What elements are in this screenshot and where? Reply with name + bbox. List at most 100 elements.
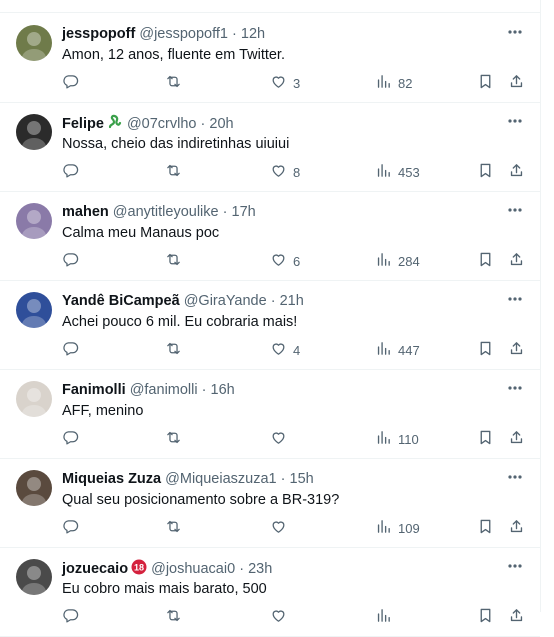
more-icon[interactable] bbox=[506, 468, 524, 486]
bookmark-button[interactable] bbox=[477, 251, 494, 271]
reply-button[interactable] bbox=[62, 518, 79, 538]
heart-icon bbox=[270, 340, 287, 360]
author-name[interactable]: mahen bbox=[62, 204, 109, 220]
avatar[interactable] bbox=[16, 114, 52, 150]
timestamp[interactable]: 21h bbox=[280, 293, 304, 309]
view-count: 110 bbox=[398, 431, 419, 447]
author-name[interactable]: Yandê BiCampeã bbox=[62, 293, 180, 309]
like-button[interactable]: 4 bbox=[270, 340, 300, 360]
reply-button[interactable] bbox=[62, 429, 79, 449]
author-handle[interactable]: @GiraYande bbox=[184, 293, 267, 309]
views-button[interactable]: 109 bbox=[375, 518, 420, 538]
timestamp[interactable]: 16h bbox=[211, 382, 235, 398]
action-bar: 8 453 bbox=[62, 162, 532, 182]
views-button[interactable]: 453 bbox=[375, 162, 420, 182]
tweet[interactable]: Miqueias Zuza @Miqueiaszuza1 · 15h Qual … bbox=[0, 458, 540, 548]
views-icon bbox=[375, 73, 392, 93]
avatar[interactable] bbox=[16, 381, 52, 417]
bookmark-icon bbox=[477, 340, 494, 360]
tweet[interactable]: jozuecaio 18 @joshuacai0 · 23h Eu cobro m… bbox=[0, 547, 540, 637]
retweet-button[interactable] bbox=[165, 429, 182, 449]
tweet-header: jesspopoff @jesspopoff1 · 12h bbox=[62, 25, 265, 43]
more-icon[interactable] bbox=[506, 23, 524, 41]
author-handle[interactable]: @jesspopoff1 bbox=[139, 26, 228, 42]
timestamp[interactable]: 15h bbox=[290, 471, 314, 487]
author-handle[interactable]: @joshuacai0 bbox=[151, 561, 235, 577]
bookmark-button[interactable] bbox=[477, 73, 494, 93]
tweet[interactable]: jesspopoff @jesspopoff1 · 12h Amon, 12 a… bbox=[0, 13, 540, 103]
share-button[interactable] bbox=[508, 429, 525, 449]
author-handle[interactable]: @Miqueiaszuza1 bbox=[165, 471, 276, 487]
author-name[interactable]: Fanimolli bbox=[62, 382, 126, 398]
tweet[interactable]: mahen @anytitleyoulike · 17h Calma meu M… bbox=[0, 191, 540, 281]
like-button[interactable]: 8 bbox=[270, 162, 300, 182]
bookmark-button[interactable] bbox=[477, 518, 494, 538]
avatar[interactable] bbox=[16, 292, 52, 328]
views-button[interactable]: 284 bbox=[375, 251, 420, 271]
action-bar bbox=[62, 607, 532, 627]
retweet-button[interactable] bbox=[165, 340, 182, 360]
timestamp[interactable]: 12h bbox=[241, 26, 265, 42]
retweet-icon bbox=[165, 73, 182, 93]
retweet-button[interactable] bbox=[165, 518, 182, 538]
reply-button[interactable] bbox=[62, 73, 79, 93]
like-button[interactable] bbox=[270, 429, 293, 449]
share-icon bbox=[508, 340, 525, 360]
more-icon[interactable] bbox=[506, 379, 524, 397]
more-icon[interactable] bbox=[506, 290, 524, 308]
tweet[interactable]: Felipe @07crvlho · 20h Nossa, cheio das … bbox=[0, 102, 540, 192]
share-button[interactable] bbox=[508, 162, 525, 182]
action-bar: 4 447 bbox=[62, 340, 532, 360]
avatar[interactable] bbox=[16, 25, 52, 61]
tweet[interactable]: Yandê BiCampeã @GiraYande · 21h Achei po… bbox=[0, 280, 540, 370]
reply-button[interactable] bbox=[62, 340, 79, 360]
action-bar: 6 284 bbox=[62, 251, 532, 271]
more-icon[interactable] bbox=[506, 201, 524, 219]
like-button[interactable] bbox=[270, 518, 293, 538]
retweet-button[interactable] bbox=[165, 73, 182, 93]
views-button[interactable]: 447 bbox=[375, 340, 420, 360]
avatar[interactable] bbox=[16, 470, 52, 506]
reply-button[interactable] bbox=[62, 162, 79, 182]
heart-icon bbox=[270, 518, 287, 538]
share-button[interactable] bbox=[508, 340, 525, 360]
tweet[interactable]: Fanimolli @fanimolli · 16h AFF, menino 1… bbox=[0, 369, 540, 459]
author-handle[interactable]: @07crvlho bbox=[127, 116, 197, 132]
reply-button[interactable] bbox=[62, 251, 79, 271]
share-button[interactable] bbox=[508, 73, 525, 93]
author-handle[interactable]: @anytitleyoulike bbox=[113, 204, 219, 220]
retweet-button[interactable] bbox=[165, 607, 182, 627]
more-icon[interactable] bbox=[506, 112, 524, 130]
snake-emoji-icon bbox=[107, 114, 123, 135]
like-button[interactable]: 6 bbox=[270, 251, 300, 271]
author-name[interactable]: jozuecaio bbox=[62, 561, 128, 577]
more-icon[interactable] bbox=[506, 557, 524, 575]
author-name[interactable]: Felipe bbox=[62, 116, 104, 132]
bookmark-button[interactable] bbox=[477, 162, 494, 182]
timestamp[interactable]: 17h bbox=[232, 204, 256, 220]
like-button[interactable] bbox=[270, 607, 293, 627]
bookmark-button[interactable] bbox=[477, 607, 494, 627]
bookmark-button[interactable] bbox=[477, 340, 494, 360]
share-button[interactable] bbox=[508, 607, 525, 627]
views-button[interactable]: 82 bbox=[375, 73, 412, 93]
views-button[interactable] bbox=[375, 607, 398, 627]
timestamp[interactable]: 20h bbox=[209, 116, 233, 132]
share-button[interactable] bbox=[508, 518, 525, 538]
avatar[interactable] bbox=[16, 203, 52, 239]
reply-icon bbox=[62, 340, 79, 360]
share-button[interactable] bbox=[508, 251, 525, 271]
reply-button[interactable] bbox=[62, 607, 79, 627]
reply-icon bbox=[62, 607, 79, 627]
avatar[interactable] bbox=[16, 559, 52, 595]
author-name[interactable]: jesspopoff bbox=[62, 26, 135, 42]
retweet-button[interactable] bbox=[165, 251, 182, 271]
retweet-button[interactable] bbox=[165, 162, 182, 182]
bookmark-button[interactable] bbox=[477, 429, 494, 449]
author-handle[interactable]: @fanimolli bbox=[130, 382, 198, 398]
like-button[interactable]: 3 bbox=[270, 73, 300, 93]
views-button[interactable]: 110 bbox=[375, 429, 419, 449]
author-name[interactable]: Miqueias Zuza bbox=[62, 471, 161, 487]
timestamp[interactable]: 23h bbox=[248, 561, 272, 577]
separator-dot: · bbox=[200, 116, 206, 132]
